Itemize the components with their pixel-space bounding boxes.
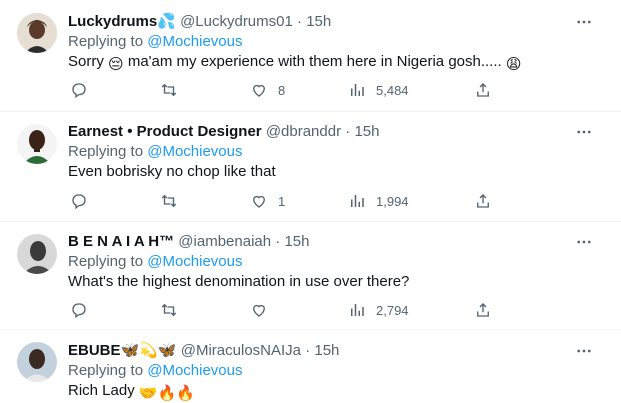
avatar[interactable]: [17, 124, 57, 164]
tweet-4[interactable]: EBUBE🦋💫🦋 @MiraculosNAIJa · 15h Replying …: [0, 330, 621, 403]
replying-to: Replying to @Mochievous: [68, 33, 243, 51]
more-icon[interactable]: [575, 233, 593, 251]
handle[interactable]: @dbranddr: [266, 123, 341, 140]
mention-link[interactable]: @Mochievous: [147, 362, 242, 379]
separator-dot: ·: [305, 342, 311, 359]
replying-to: Replying to @Mochievous: [68, 143, 243, 161]
text-part: Sorry: [68, 53, 109, 70]
share-button[interactable]: [474, 300, 492, 320]
replying-to-label: Replying to: [68, 33, 144, 50]
reply-icon: [72, 83, 86, 99]
retweet-button[interactable]: [160, 300, 178, 320]
replying-to: Replying to @Mochievous: [68, 362, 243, 380]
tweet-3[interactable]: B E N A I A H™ @iambenaiah · 15h Replyin…: [0, 222, 621, 330]
views-count: 1,994: [376, 193, 409, 209]
butterfly-emoji: 🦋: [120, 342, 140, 359]
butterfly-emoji: 🦋: [157, 342, 177, 359]
tweet-text: Rich Lady 🤝🔥🔥: [68, 382, 195, 403]
avatar-image: [17, 124, 57, 164]
display-name[interactable]: Luckydrums: [68, 13, 157, 30]
display-name[interactable]: EBUBE: [68, 342, 121, 359]
timestamp[interactable]: 15h: [314, 342, 339, 359]
more-icon[interactable]: [575, 13, 593, 31]
reply-button[interactable]: [70, 191, 88, 211]
pensive-emoji: 😔: [108, 56, 124, 73]
like-button[interactable]: 8: [250, 80, 285, 100]
retweet-icon: [161, 194, 177, 208]
like-icon: [253, 304, 265, 317]
replying-to-label: Replying to: [68, 253, 144, 270]
display-name[interactable]: B E N A I A H™: [68, 233, 174, 250]
avatar[interactable]: [17, 342, 57, 382]
avatar[interactable]: [17, 13, 57, 53]
share-button[interactable]: [474, 191, 492, 211]
more-icon[interactable]: [575, 342, 593, 360]
tweet-text: What's the highest denomination in use o…: [68, 273, 410, 290]
timestamp[interactable]: 15h: [354, 123, 379, 140]
tweet-2[interactable]: Earnest • Product Designer @dbranddr · 1…: [0, 112, 621, 222]
separator-dot: ·: [275, 233, 281, 250]
views-count: 2,794: [376, 302, 409, 318]
share-button[interactable]: [474, 80, 492, 100]
handle[interactable]: @iambenaiah: [178, 233, 271, 250]
tweet-text: Sorry 😔 ma'am my experience with them he…: [68, 53, 522, 74]
share-icon: [477, 83, 489, 97]
like-icon: [253, 195, 265, 208]
views-count: 5,484: [376, 82, 409, 98]
like-count: 8: [278, 82, 286, 98]
separator-dot: ·: [297, 13, 303, 30]
weary-emoji: 😩: [505, 56, 522, 73]
retweet-button[interactable]: [160, 191, 178, 211]
name-emoji: 💦: [157, 13, 176, 30]
avatar-image: [17, 13, 57, 53]
like-button[interactable]: [250, 300, 268, 320]
views-button[interactable]: 5,484: [348, 80, 409, 100]
reply-button[interactable]: [70, 80, 88, 100]
handle[interactable]: @MiraculosNAIJa: [181, 342, 301, 359]
avatar[interactable]: [17, 234, 57, 274]
tweet-1[interactable]: Luckydrums💦 @Luckydrums01 · 15h Replying…: [0, 0, 621, 112]
retweet-icon: [161, 303, 177, 317]
mention-link[interactable]: @Mochievous: [147, 33, 242, 50]
avatar-image: [17, 234, 57, 274]
handshake-emoji: 🤝: [138, 385, 158, 402]
separator-dot: ·: [345, 123, 351, 140]
more-icon[interactable]: [575, 123, 593, 141]
reply-icon: [72, 194, 86, 210]
timestamp[interactable]: 15h: [284, 233, 309, 250]
views-button[interactable]: 2,794: [348, 300, 409, 320]
retweet-icon: [161, 83, 177, 97]
mention-link[interactable]: @Mochievous: [147, 253, 242, 270]
reply-button[interactable]: [70, 300, 88, 320]
action-bar: 2,794: [62, 300, 502, 320]
action-bar: 1 1,994: [62, 191, 502, 211]
replying-to-label: Replying to: [68, 362, 144, 379]
share-icon: [477, 303, 489, 317]
like-button[interactable]: 1: [250, 191, 285, 211]
replying-to-label: Replying to: [68, 143, 144, 160]
views-icon: [351, 84, 364, 96]
reply-icon: [72, 303, 86, 319]
mention-link[interactable]: @Mochievous: [147, 143, 242, 160]
action-bar: 8 5,484: [62, 80, 502, 100]
text-part: Rich Lady: [68, 382, 139, 399]
share-icon: [477, 194, 489, 208]
dizzy-emoji: 💫: [139, 342, 158, 359]
retweet-button[interactable]: [160, 80, 178, 100]
views-button[interactable]: 1,994: [348, 191, 409, 211]
handle[interactable]: @Luckydrums01: [180, 13, 293, 30]
tweet-text: Even bobrisky no chop like that: [68, 163, 276, 180]
timestamp[interactable]: 15h: [306, 13, 331, 30]
fire-emoji: 🔥: [176, 385, 195, 402]
avatar-image: [17, 342, 57, 382]
like-count: 1: [278, 193, 286, 209]
fire-emoji: 🔥: [157, 385, 177, 402]
text-part: ma'am my experience with them here in Ni…: [123, 53, 506, 70]
like-icon: [253, 84, 265, 97]
replying-to: Replying to @Mochievous: [68, 253, 243, 271]
views-icon: [351, 195, 364, 207]
display-name[interactable]: Earnest • Product Designer: [68, 123, 262, 140]
views-icon: [351, 304, 364, 316]
